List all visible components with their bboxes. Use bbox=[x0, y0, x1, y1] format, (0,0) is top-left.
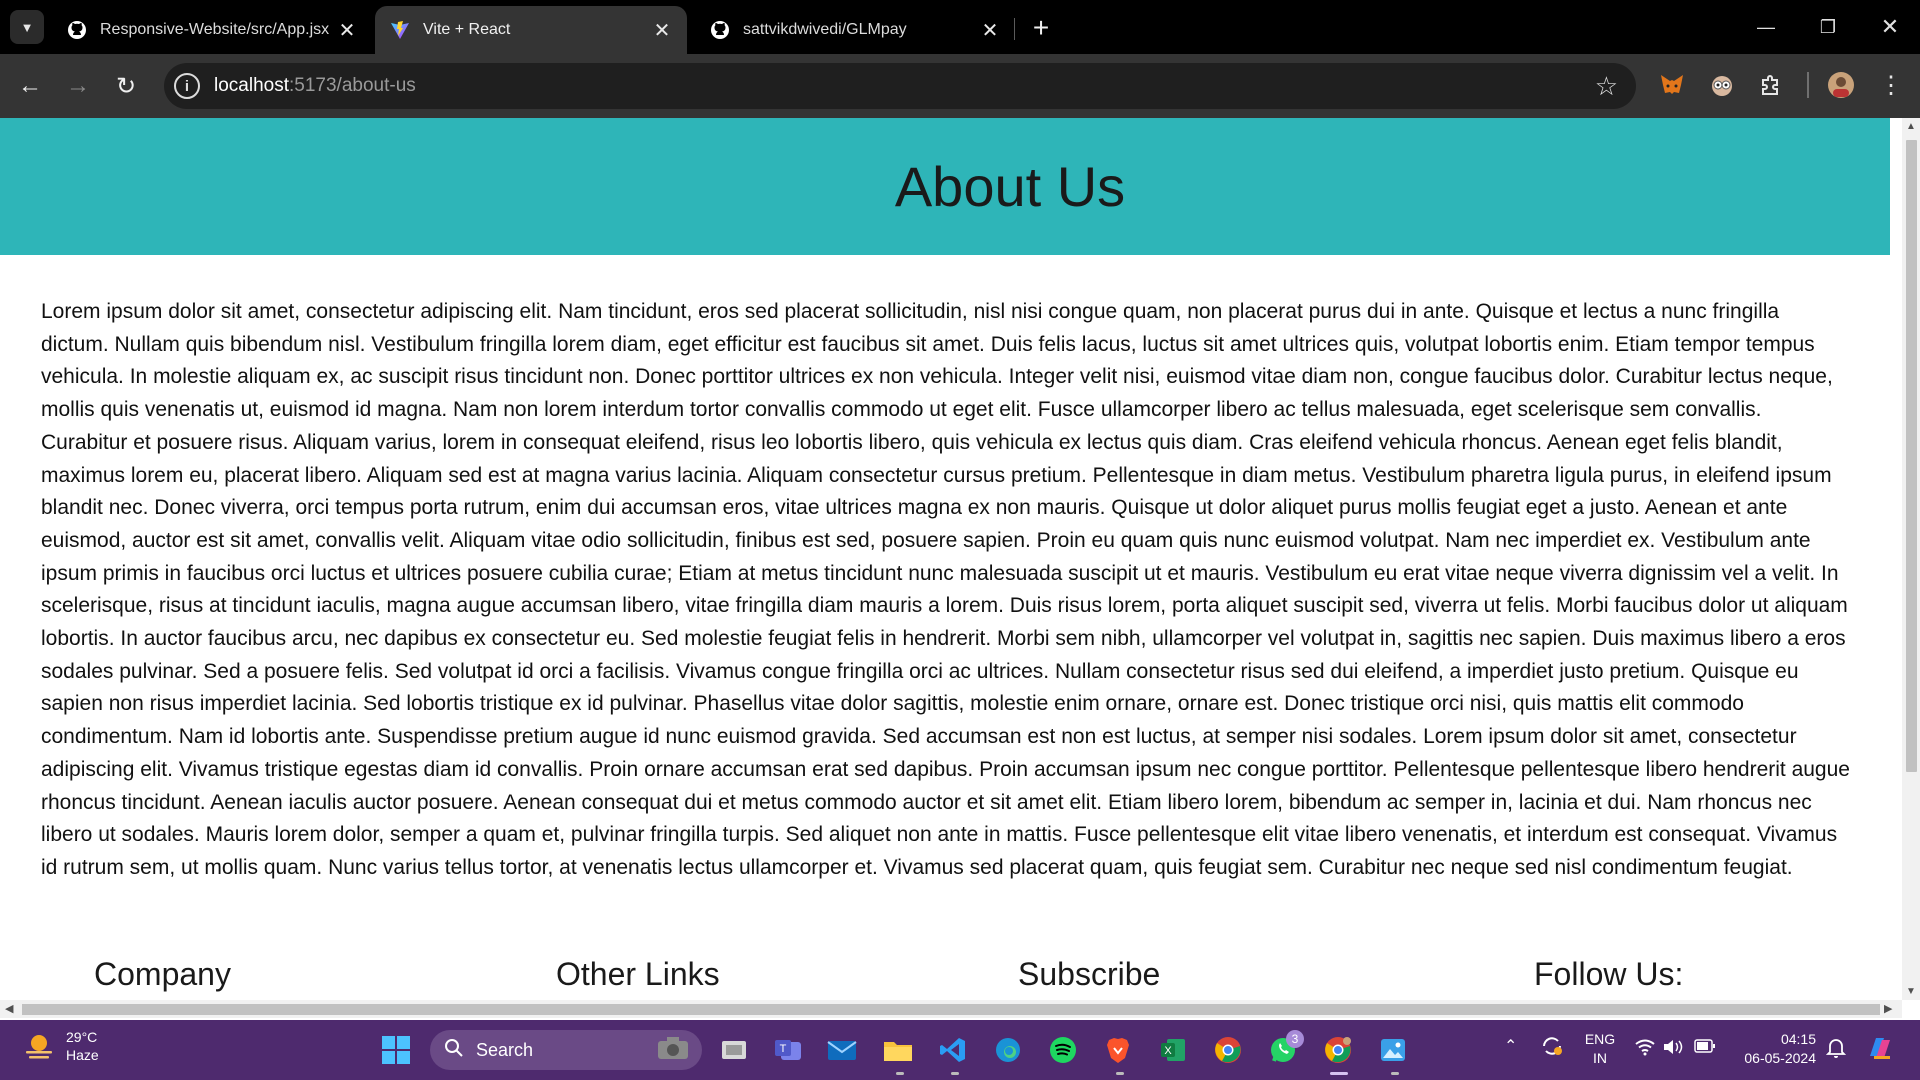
tab-title: Responsive-Website/src/App.jsx bbox=[100, 21, 330, 38]
toolbar-separator bbox=[1807, 72, 1809, 98]
back-arrow-icon[interactable]: ← bbox=[12, 68, 48, 104]
running-indicator bbox=[896, 1072, 904, 1075]
scroll-right-arrow-icon[interactable]: ▶ bbox=[1884, 1002, 1892, 1015]
edge-icon[interactable] bbox=[990, 1032, 1026, 1068]
metamask-fox-icon[interactable] bbox=[1657, 70, 1687, 100]
chevron-down-icon: ▼ bbox=[20, 19, 34, 35]
url-host: localhost bbox=[214, 75, 289, 96]
about-body-text: Lorem ipsum dolor sit amet, consectetur … bbox=[41, 300, 1850, 879]
tab-vite-react[interactable]: Vite + React ✕ bbox=[375, 6, 687, 54]
battery-icon[interactable] bbox=[1694, 1039, 1716, 1056]
forward-arrow-icon[interactable]: → bbox=[60, 68, 96, 104]
profile-avatar[interactable] bbox=[1826, 70, 1856, 100]
about-hero-banner: About Us bbox=[0, 118, 1890, 255]
reload-icon[interactable]: ↻ bbox=[108, 68, 144, 104]
weather-widget[interactable]: 29°C Haze bbox=[22, 1028, 99, 1064]
spotify-icon[interactable] bbox=[1045, 1032, 1081, 1068]
task-view-icon[interactable] bbox=[716, 1032, 752, 1068]
tab-app-jsx[interactable]: Responsive-Website/src/App.jsx ✕ bbox=[52, 6, 372, 54]
svg-text:X: X bbox=[1164, 1045, 1172, 1057]
browser-tab-strip: ▼ Responsive-Website/src/App.jsx ✕ Vite … bbox=[0, 0, 1920, 54]
tab-title: sattvikdwivedi/GLMpay bbox=[743, 21, 907, 38]
menu-kebab-icon[interactable]: ⋮ bbox=[1876, 70, 1906, 100]
weather-desc: Haze bbox=[66, 1047, 99, 1063]
teams-icon[interactable]: T bbox=[770, 1032, 806, 1068]
close-tab-icon[interactable]: ✕ bbox=[336, 19, 358, 42]
bookmark-star-icon[interactable]: ☆ bbox=[1595, 71, 1618, 102]
restore-icon[interactable]: ❐ bbox=[1805, 10, 1851, 44]
window-close-icon[interactable]: ✕ bbox=[1867, 10, 1913, 44]
github-icon bbox=[66, 19, 88, 41]
weather-temp: 29°C bbox=[66, 1029, 98, 1045]
chevron-up-icon[interactable]: ⌃ bbox=[1504, 1036, 1517, 1056]
scroll-left-arrow-icon[interactable]: ◀ bbox=[5, 1002, 13, 1015]
new-tab-button[interactable]: + bbox=[1024, 11, 1058, 45]
chrome-icon[interactable] bbox=[1210, 1032, 1246, 1068]
vscode-icon[interactable] bbox=[935, 1032, 971, 1068]
extensions-puzzle-icon[interactable] bbox=[1756, 70, 1786, 100]
chrome-profile-icon[interactable] bbox=[1320, 1032, 1356, 1068]
address-bar[interactable]: i localhost:5173/about-us ☆ bbox=[164, 63, 1636, 109]
whatsapp-unread-badge: 3 bbox=[1286, 1030, 1304, 1048]
svg-text:T: T bbox=[780, 1043, 787, 1055]
page-title: About Us bbox=[894, 155, 1126, 218]
taskbar-search-box[interactable]: Search bbox=[430, 1030, 702, 1070]
vertical-scroll-thumb[interactable] bbox=[1906, 140, 1917, 772]
windows-start-icon[interactable] bbox=[378, 1032, 414, 1068]
notification-bell-icon[interactable] bbox=[1825, 1037, 1847, 1062]
horizontal-scrollbar[interactable]: ◀ ▶ bbox=[0, 1000, 1902, 1018]
scroll-up-arrow-icon[interactable]: ▲ bbox=[1906, 121, 1916, 132]
brave-icon[interactable] bbox=[1100, 1032, 1136, 1068]
site-info-icon[interactable]: i bbox=[174, 73, 200, 99]
clock-date: 06-05-2024 bbox=[1744, 1050, 1816, 1066]
minimize-icon[interactable]: — bbox=[1743, 10, 1789, 44]
vite-icon bbox=[389, 19, 411, 41]
copilot-icon[interactable] bbox=[1864, 1032, 1896, 1067]
running-indicator bbox=[951, 1072, 959, 1075]
footer-heading-other-links: Other Links bbox=[556, 956, 720, 992]
footer-heading-follow-us: Follow Us: bbox=[1534, 956, 1684, 992]
running-indicator bbox=[1391, 1072, 1399, 1075]
footer-heading-subscribe: Subscribe bbox=[1018, 956, 1161, 992]
browser-toolbar: ← → ↻ i localhost:5173/about-us ☆ ⋮ bbox=[0, 54, 1920, 118]
scroll-down-arrow-icon[interactable]: ▼ bbox=[1906, 986, 1916, 997]
vertical-scrollbar[interactable]: ▲ ▼ bbox=[1902, 118, 1920, 1000]
file-explorer-icon[interactable] bbox=[880, 1032, 916, 1068]
tab-title: Vite + React bbox=[423, 21, 511, 38]
volume-icon[interactable] bbox=[1662, 1038, 1684, 1059]
clock-time: 04:15 bbox=[1780, 1031, 1816, 1047]
close-tab-icon[interactable]: ✕ bbox=[979, 19, 1001, 42]
search-icon bbox=[444, 1038, 464, 1063]
camera-highlight-icon bbox=[656, 1035, 690, 1066]
mail-icon[interactable] bbox=[824, 1032, 860, 1068]
region-code: IN bbox=[1593, 1050, 1607, 1066]
system-clock[interactable]: 04:15 06-05-2024 bbox=[1730, 1030, 1816, 1068]
tab-glmpay[interactable]: sattvikdwivedi/GLMpay ✕ bbox=[695, 6, 1015, 54]
url-text: localhost:5173/about-us bbox=[214, 75, 416, 97]
windows-taskbar: 29°C Haze Search T X ⌃ ENG IN 04:15 06-0… bbox=[0, 1020, 1920, 1080]
language-indicator[interactable]: ENG IN bbox=[1584, 1030, 1616, 1068]
excel-icon[interactable]: X bbox=[1155, 1032, 1191, 1068]
search-label: Search bbox=[476, 1039, 534, 1060]
wifi-icon[interactable] bbox=[1634, 1038, 1656, 1059]
footer-heading-company: Company bbox=[94, 956, 231, 992]
running-indicator bbox=[1116, 1072, 1124, 1075]
page-viewport: About Us Lorem ipsum dolor sit amet, con… bbox=[0, 118, 1902, 1000]
tab-separator bbox=[1014, 18, 1015, 40]
haze-sun-icon bbox=[26, 1035, 52, 1059]
photos-icon[interactable] bbox=[1375, 1032, 1411, 1068]
extension-owl-icon[interactable] bbox=[1707, 70, 1737, 100]
url-path: :5173/about-us bbox=[289, 75, 416, 96]
active-app-indicator bbox=[1330, 1072, 1348, 1075]
sync-icon[interactable] bbox=[1540, 1034, 1564, 1061]
tab-search-button[interactable]: ▼ bbox=[10, 10, 44, 44]
close-tab-icon[interactable]: ✕ bbox=[651, 19, 673, 42]
language-code: ENG bbox=[1584, 1031, 1616, 1047]
horizontal-scroll-thumb[interactable] bbox=[22, 1004, 1880, 1015]
github-icon bbox=[709, 19, 731, 41]
